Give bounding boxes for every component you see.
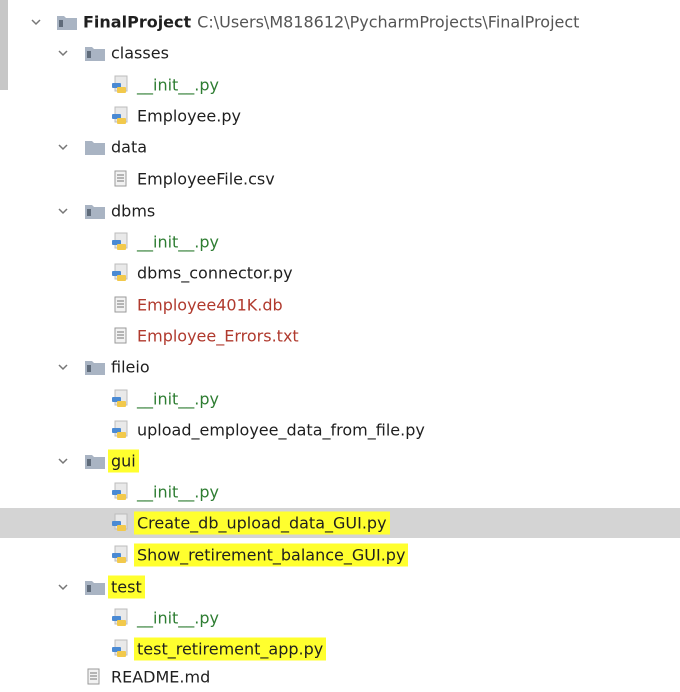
tree-row-folder-test[interactable]: test [0,572,680,602]
file-label: Employee.py [137,106,241,126]
tree-row-file[interactable]: dbms_connector.py [0,258,680,288]
tree-row-file[interactable]: README.md [0,662,680,692]
file-label: README.md [111,667,211,687]
folder-icon [84,578,106,596]
tree-row-file[interactable]: upload_employee_data_from_file.py [0,415,680,445]
tree-row-file[interactable]: __init__.py [0,227,680,257]
tree-row-folder-classes[interactable]: classes [0,38,680,68]
project-name: FinalProject [83,12,192,32]
tree-row-file[interactable]: Employee.py [0,101,680,131]
chevron-down-icon[interactable] [57,455,69,467]
project-root-label: FinalProject C:\Users\M818612\PycharmProj… [83,13,579,32]
file-label: __init__.py [137,389,220,409]
chevron-down-icon[interactable] [57,205,69,217]
file-label: __init__.py [137,75,220,95]
text-file-icon [84,667,102,687]
folder-label: gui [108,449,139,473]
chevron-down-icon[interactable] [57,47,69,59]
chevron-down-icon[interactable] [57,581,69,593]
folder-label: data [111,137,148,157]
folder-icon [84,138,106,156]
tree-row-file[interactable]: test_retirement_app.py [0,634,680,664]
python-file-icon [111,545,129,565]
chevron-down-icon[interactable] [57,361,69,373]
tree-row-file[interactable]: __init__.py [0,70,680,100]
file-label: Create_db_upload_data_GUI.py [134,511,390,535]
file-label: __init__.py [137,232,220,252]
tree-row-file[interactable]: Employee_Errors.txt [0,321,680,351]
file-label: Employee_Errors.txt [137,326,299,346]
tree-row-folder-fileio[interactable]: fileio [0,352,680,382]
python-file-icon [111,389,129,409]
python-file-icon [111,232,129,252]
python-file-icon [111,420,129,440]
tree-row-project-root[interactable]: FinalProject C:\Users\M818612\PycharmProj… [0,7,680,37]
tree-row-file[interactable]: Employee401K.db [0,290,680,320]
file-label: test_retirement_app.py [134,637,327,661]
file-label: __init__.py [137,608,220,628]
folder-icon [84,358,106,376]
file-label: Employee401K.db [137,295,283,315]
file-label: upload_employee_data_from_file.py [137,420,425,440]
python-file-icon [111,106,129,126]
python-file-icon [111,513,129,533]
folder-icon [84,452,106,470]
chevron-down-icon[interactable] [57,141,69,153]
file-label: Show_retirement_balance_GUI.py [134,543,409,567]
text-file-icon [111,295,129,315]
folder-label: dbms [111,201,156,221]
tree-row-file[interactable]: __init__.py [0,603,680,633]
text-file-icon [111,326,129,346]
folder-icon [56,13,78,31]
python-file-icon [111,263,129,283]
python-file-icon [111,75,129,95]
tree-row-file[interactable]: __init__.py [0,384,680,414]
python-file-icon [111,639,129,659]
folder-label: fileio [111,357,150,377]
project-path: C:\Users\M818612\PycharmProjects\FinalPr… [197,12,580,32]
folder-label: test [108,575,145,599]
tree-row-folder-gui[interactable]: gui [0,446,680,476]
folder-icon [84,202,106,220]
tree-row-folder-dbms[interactable]: dbms [0,196,680,226]
text-file-icon [111,169,129,189]
python-file-icon [111,482,129,502]
file-label: EmployeeFile.csv [137,169,275,189]
tree-row-folder-data[interactable]: data [0,132,680,162]
tree-row-file[interactable]: Show_retirement_balance_GUI.py [0,540,680,570]
file-label: __init__.py [137,482,220,502]
tree-row-file[interactable]: EmployeeFile.csv [0,164,680,194]
tree-row-file-selected[interactable]: Create_db_upload_data_GUI.py [0,508,680,538]
file-label: dbms_connector.py [137,263,293,283]
tree-row-file[interactable]: __init__.py [0,477,680,507]
folder-label: classes [111,43,169,63]
chevron-down-icon[interactable] [30,16,42,28]
folder-icon [84,44,106,62]
python-file-icon [111,608,129,628]
